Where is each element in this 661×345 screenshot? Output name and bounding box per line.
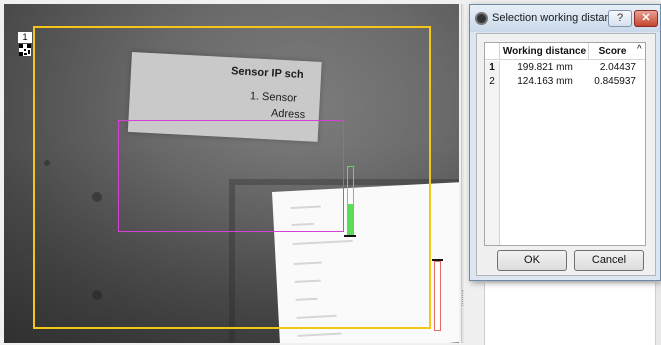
header-corner[interactable] (485, 43, 500, 60)
working-distance-table[interactable]: Working distance Score ^ 1 199.821 mm 2.… (484, 42, 646, 246)
roi-inner-rectangle[interactable] (118, 120, 344, 232)
cell-score[interactable]: 2.04437 (590, 61, 640, 75)
column-header-working-distance[interactable]: Working distance (501, 43, 589, 60)
dialog-body: Working distance Score ^ 1 199.821 mm 2.… (476, 33, 656, 276)
row-index[interactable]: 1 (485, 61, 500, 75)
focus-gauge-green (347, 166, 354, 236)
selection-working-distance-dialog: Selection working distan... ? ✕ Working … (469, 4, 661, 281)
splitter-grip[interactable] (462, 290, 464, 306)
focus-gauge-red-marker (432, 259, 443, 261)
app-icon (475, 12, 488, 25)
cancel-button[interactable]: Cancel (574, 250, 644, 271)
cell-working-distance[interactable]: 199.821 mm (501, 61, 589, 75)
cell-score[interactable]: 0.845937 (590, 75, 640, 89)
focus-gauge-red (434, 261, 441, 331)
sort-ascending-icon[interactable]: ^ (637, 44, 642, 55)
camera-view[interactable]: Sensor IP sch 1. Sensor Adress 1 (4, 4, 459, 343)
help-button[interactable]: ? (608, 10, 632, 27)
row-index[interactable]: 2 (485, 75, 500, 89)
ok-button[interactable]: OK (497, 250, 567, 271)
side-panel (484, 283, 661, 345)
focus-gauge-marker (344, 235, 356, 237)
table-row[interactable]: 1 199.821 mm 2.04437 (485, 61, 645, 75)
frame-number: 1 (18, 32, 32, 43)
dialog-titlebar[interactable]: Selection working distan... ? ✕ (470, 5, 660, 32)
close-button[interactable]: ✕ (634, 10, 658, 27)
table-header: Working distance Score ^ (485, 43, 645, 60)
focus-gauge-fill (348, 204, 353, 235)
frame-badge: 1 (18, 32, 32, 56)
app-window: Sensor IP sch 1. Sensor Adress 1 Selecti… (0, 0, 661, 345)
qr-code-icon (19, 44, 31, 56)
side-panel-scrollbar[interactable] (655, 283, 661, 345)
dialog-title: Selection working distan... (492, 12, 608, 24)
column-header-score[interactable]: Score (590, 43, 635, 60)
sheet-line (297, 332, 342, 337)
cell-working-distance[interactable]: 124.163 mm (501, 75, 589, 89)
table-row[interactable]: 2 124.163 mm 0.845937 (485, 75, 645, 89)
